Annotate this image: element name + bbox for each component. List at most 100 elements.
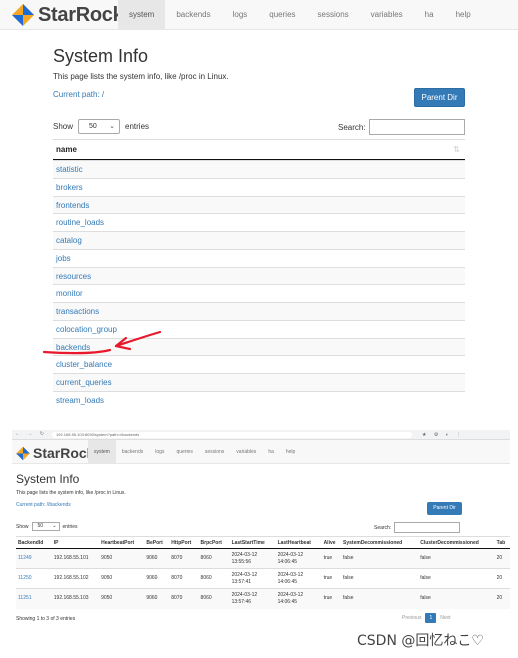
col-clusterdecommissioned[interactable]: ClusterDecommissioned: [418, 536, 495, 549]
cell: 8070: [169, 548, 199, 569]
nav-backends[interactable]: backends: [165, 0, 221, 30]
chevron-down-icon: ⌄: [52, 523, 57, 529]
col-laststarttime[interactable]: LastStartTime: [229, 536, 276, 549]
nav-sessions[interactable]: sessions: [199, 440, 230, 464]
cell: 2024-03-12 14:06:45: [275, 548, 322, 569]
nav-system[interactable]: system: [88, 440, 116, 464]
row-jobs[interactable]: jobs: [53, 248, 465, 267]
parent-dir-button[interactable]: Parent Dir: [427, 502, 462, 515]
page-length-select[interactable]: 50 ⌄: [31, 522, 60, 531]
page-description: This page lists the system info, like /p…: [53, 72, 229, 81]
current-path-link[interactable]: Current path: /: [53, 90, 104, 99]
cell: 8060: [198, 568, 230, 589]
parent-dir-button[interactable]: Parent Dir: [414, 88, 465, 107]
search-label: Search:: [338, 122, 366, 132]
nav-backends[interactable]: backends: [116, 440, 149, 464]
row-resources[interactable]: resources: [53, 266, 465, 285]
col-heartbeatport[interactable]: HeartbeatPort: [99, 536, 145, 549]
row-cluster-balance[interactable]: cluster_balance: [53, 355, 465, 373]
page-1-button[interactable]: 1: [425, 613, 437, 623]
nav-queries[interactable]: queries: [258, 0, 306, 30]
col-tab[interactable]: Tab: [494, 536, 510, 549]
col-beport[interactable]: BePort: [144, 536, 170, 549]
nav-variables[interactable]: variables: [360, 0, 414, 30]
cell: 192.168.55.103: [51, 588, 100, 609]
nav-sessions[interactable]: sessions: [307, 0, 360, 30]
show-label: Show: [16, 523, 29, 530]
col-ip[interactable]: IP: [51, 536, 100, 549]
row-frontends[interactable]: frontends: [53, 195, 465, 214]
navbar: StarRocks system backends logs queries s…: [12, 440, 510, 464]
nav-ha[interactable]: ha: [262, 440, 280, 464]
nav-help[interactable]: help: [445, 0, 482, 30]
backend-id-link[interactable]: 11251: [16, 588, 52, 609]
browser-toolbar-icons[interactable]: ★ ⚙ ◐ ⋮: [422, 432, 464, 438]
pagination: Previous 1 Next: [398, 613, 455, 623]
cell: 20: [494, 568, 510, 589]
nav-logs[interactable]: logs: [222, 0, 259, 30]
col-alive[interactable]: Alive: [321, 536, 342, 549]
page-description: This page lists the system info, like /p…: [16, 490, 126, 496]
col-lastheartbeat[interactable]: LastHeartbeat: [275, 536, 322, 549]
table-row: 11250 192.168.55.102 9050 9060 8070 8060…: [16, 568, 510, 589]
row-backends[interactable]: backends: [53, 337, 465, 356]
cell: false: [418, 568, 495, 589]
page-length-select[interactable]: 50 ⌄: [78, 119, 121, 134]
cell: false: [341, 588, 419, 609]
page-length-value: 50: [89, 123, 97, 130]
browser-nav-icons[interactable]: ← → ↻: [15, 431, 47, 437]
cell: 20: [494, 588, 510, 609]
cell: false: [418, 548, 495, 569]
cell: true: [321, 588, 342, 609]
search-control: Search:: [338, 119, 465, 135]
column-header-label: name: [56, 145, 77, 154]
search-input[interactable]: [368, 119, 465, 135]
search-control: Search:: [374, 522, 461, 533]
nav-ha[interactable]: ha: [414, 0, 445, 30]
col-brpcport[interactable]: BrpcPort: [198, 536, 230, 549]
cell: 8070: [169, 568, 199, 589]
page-title: System Info: [53, 46, 149, 66]
row-transactions[interactable]: transactions: [53, 302, 465, 320]
cell: 9060: [144, 588, 170, 609]
browser-toolbar: ← → ↻ 192.168.55.103:8030/system?path=//…: [12, 430, 510, 440]
nav-system[interactable]: system: [118, 0, 166, 30]
row-current-queries[interactable]: current_queries: [53, 373, 465, 391]
row-stream-loads[interactable]: stream_loads: [53, 390, 465, 409]
row-monitor[interactable]: monitor: [53, 284, 465, 302]
previous-button[interactable]: Previous: [398, 613, 425, 623]
watermark: CSDN @回忆ねこ♡: [357, 633, 484, 649]
col-systemdecommissioned[interactable]: SystemDecommissioned: [341, 536, 419, 549]
cell: 20: [494, 548, 510, 569]
nav-variables[interactable]: variables: [230, 440, 262, 464]
starrocks-logo-icon: [12, 4, 34, 26]
nav-queries[interactable]: queries: [170, 440, 198, 464]
cell: 8060: [198, 548, 230, 569]
row-brokers[interactable]: brokers: [53, 177, 465, 196]
nav-menu: system backends logs queries sessions va…: [88, 440, 301, 464]
backend-id-link[interactable]: 11250: [16, 568, 52, 589]
backends-table: BackendId IP HeartbeatPort BePort HttpPo…: [16, 536, 510, 609]
cell: true: [321, 548, 342, 569]
table-info: Showing 1 to 3 of 3 entries: [16, 616, 76, 622]
cell: 9050: [99, 548, 145, 569]
nav-help[interactable]: help: [280, 440, 301, 464]
search-input[interactable]: [394, 522, 461, 533]
brand-logo[interactable]: StarRocks: [10, 3, 135, 27]
backend-id-link[interactable]: 11249: [16, 548, 52, 569]
col-backendid[interactable]: BackendId: [16, 536, 52, 549]
nav-logs[interactable]: logs: [149, 440, 170, 464]
current-path-link[interactable]: Current path: //backends: [16, 502, 71, 508]
row-catalog[interactable]: catalog: [53, 231, 465, 249]
next-button[interactable]: Next: [436, 613, 454, 623]
row-routine-loads[interactable]: routine_loads: [53, 213, 465, 231]
name-column-header[interactable]: name ⇅: [53, 139, 465, 160]
row-statistic[interactable]: statistic: [53, 160, 465, 178]
col-httpport[interactable]: HttpPort: [169, 536, 199, 549]
page-length-control: Show 50 ⌄ entries: [16, 522, 78, 531]
cell: false: [341, 548, 419, 569]
bottom-screenshot: ← → ↻ 192.168.55.103:8030/system?path=//…: [12, 430, 510, 626]
row-colocation-group[interactable]: colocation_group: [53, 319, 465, 338]
cell: 2024-03-12 14:06:45: [275, 588, 322, 609]
address-bar[interactable]: 192.168.55.103:8030/system?path=//backen…: [52, 432, 412, 438]
